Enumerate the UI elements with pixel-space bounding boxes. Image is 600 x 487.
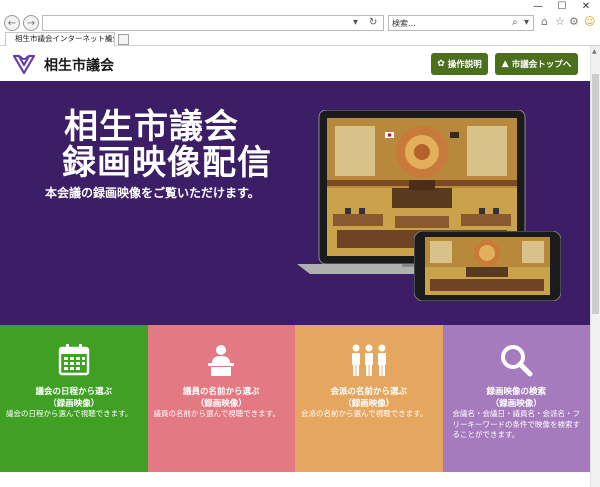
city-emblem-icon[interactable] — [12, 53, 36, 75]
hero-subtitle: 本会議の録画映像をご覧いただけます。 — [45, 186, 260, 200]
tile-faction[interactable]: 会派の名前から選ぶ （録画映像） 会派の名前から選んで視聴できます。 — [295, 325, 443, 472]
chevron-down-icon[interactable]: ▾ — [353, 17, 358, 28]
tile-search[interactable]: 録画映像の検索 （録画映像） 会議名・会議日・議員名・会派名・フリーキーワードの… — [442, 325, 591, 472]
magnifier-icon — [501, 345, 533, 377]
window-titlebar: — ☐ ✕ — [0, 0, 600, 14]
forward-icon[interactable]: → — [23, 15, 39, 31]
maximize-icon[interactable]: ☐ — [550, 0, 574, 14]
operation-guide-label: 操作説明 — [447, 60, 482, 70]
speaker-podium-icon — [208, 345, 235, 376]
council-top-label: 市議会トップへ — [511, 60, 572, 70]
tile-schedule-title: 議会の日程から選ぶ （録画映像） — [0, 386, 148, 410]
tile-member-title-main: 議員の名前から選ぶ — [182, 387, 260, 397]
site-header: 相生市議会 ✿ 操作説明 ▲ 市議会トップへ — [0, 46, 590, 81]
scrollbar-thumb[interactable] — [592, 74, 599, 314]
council-top-button[interactable]: ▲ 市議会トップへ — [495, 53, 578, 75]
smartphone-illustration — [414, 231, 561, 301]
vertical-scrollbar[interactable]: ▲ — [590, 46, 600, 487]
tile-search-title: 録画映像の検索 （録画映像） — [443, 386, 591, 410]
site-title[interactable]: 相生市議会 — [44, 55, 114, 75]
search-icon[interactable]: ⌕ — [512, 17, 518, 28]
hero-banner: 相生市議会 録画映像配信 本会議の録画映像をご覧いただけます。 — [0, 81, 590, 325]
tile-search-title-main: 録画映像の検索 — [486, 387, 546, 397]
tile-search-desc: 会議名・会議日・議員名・会派名・フリーキーワードの条件で映像を検索することができ… — [452, 409, 581, 439]
tile-faction-title: 会派の名前から選ぶ （録画映像） — [295, 386, 443, 410]
tile-faction-title-main: 会派の名前から選ぶ — [330, 387, 407, 397]
page-viewport: 相生市議会 ✿ 操作説明 ▲ 市議会トップへ 相生市議会 録画映像配信 本会議の… — [0, 46, 590, 487]
browser-search-input[interactable] — [392, 17, 502, 29]
mountain-icon: ▲ — [501, 58, 509, 69]
tile-member-desc: 議員の名前から選んで視聴できます。 — [153, 409, 280, 418]
browser-toolbar: ← → ▾ ↻ ⌕ ▾ ⌂ ☆ ⚙ ☺ — [0, 14, 600, 31]
tab-strip: 相生市議会インターネット議会... ✕ — [0, 31, 600, 46]
hero-title-line2: 録画映像配信 — [62, 143, 272, 183]
hero-title-line1: 相生市議会 — [64, 107, 239, 147]
tab-close-icon[interactable]: ✕ — [104, 33, 111, 45]
smiley-icon[interactable]: ☺ — [584, 15, 595, 29]
tile-schedule-title-main: 議会の日程から選ぶ — [35, 387, 112, 397]
tab-current[interactable]: 相生市議会インターネット議会... ✕ — [5, 32, 115, 46]
tab-title: 相生市議会インターネット議会... — [15, 34, 114, 43]
back-icon[interactable]: ← — [4, 15, 20, 31]
hero-title: 相生市議会 録画映像配信 — [62, 107, 272, 183]
calendar-icon — [58, 344, 89, 376]
tile-faction-desc: 会派の名前から選んで視聴できます。 — [301, 409, 428, 418]
favorites-star-icon[interactable]: ☆ — [555, 15, 565, 29]
chevron-down-icon[interactable]: ▾ — [524, 17, 529, 28]
refresh-icon[interactable]: ↻ — [369, 17, 377, 28]
home-icon[interactable]: ⌂ — [541, 15, 548, 29]
group-people-icon — [351, 344, 386, 376]
gear-icon: ✿ — [437, 58, 445, 69]
address-bar[interactable]: ▾ ↻ — [42, 15, 384, 31]
scroll-up-icon[interactable]: ▲ — [592, 48, 597, 55]
settings-gear-icon[interactable]: ⚙ — [569, 15, 579, 29]
tile-member-title: 議員の名前から選ぶ （録画映像） — [148, 386, 296, 410]
tile-member[interactable]: 議員の名前から選ぶ （録画映像） 議員の名前から選んで視聴できます。 — [147, 325, 296, 472]
navigation-tiles: 議会の日程から選ぶ （録画映像） 議会の日程から選んで視聴できます。 議員の名前… — [0, 325, 590, 472]
tile-schedule[interactable]: 議会の日程から選ぶ （録画映像） 議会の日程から選んで視聴できます。 — [0, 325, 148, 472]
tile-schedule-desc: 議会の日程から選んで視聴できます。 — [6, 409, 133, 418]
operation-guide-button[interactable]: ✿ 操作説明 — [431, 53, 488, 75]
new-tab-button[interactable] — [118, 34, 129, 45]
browser-search[interactable]: ⌕ ▾ — [388, 15, 534, 31]
close-icon[interactable]: ✕ — [574, 0, 598, 14]
minimize-icon[interactable]: — — [526, 0, 550, 14]
